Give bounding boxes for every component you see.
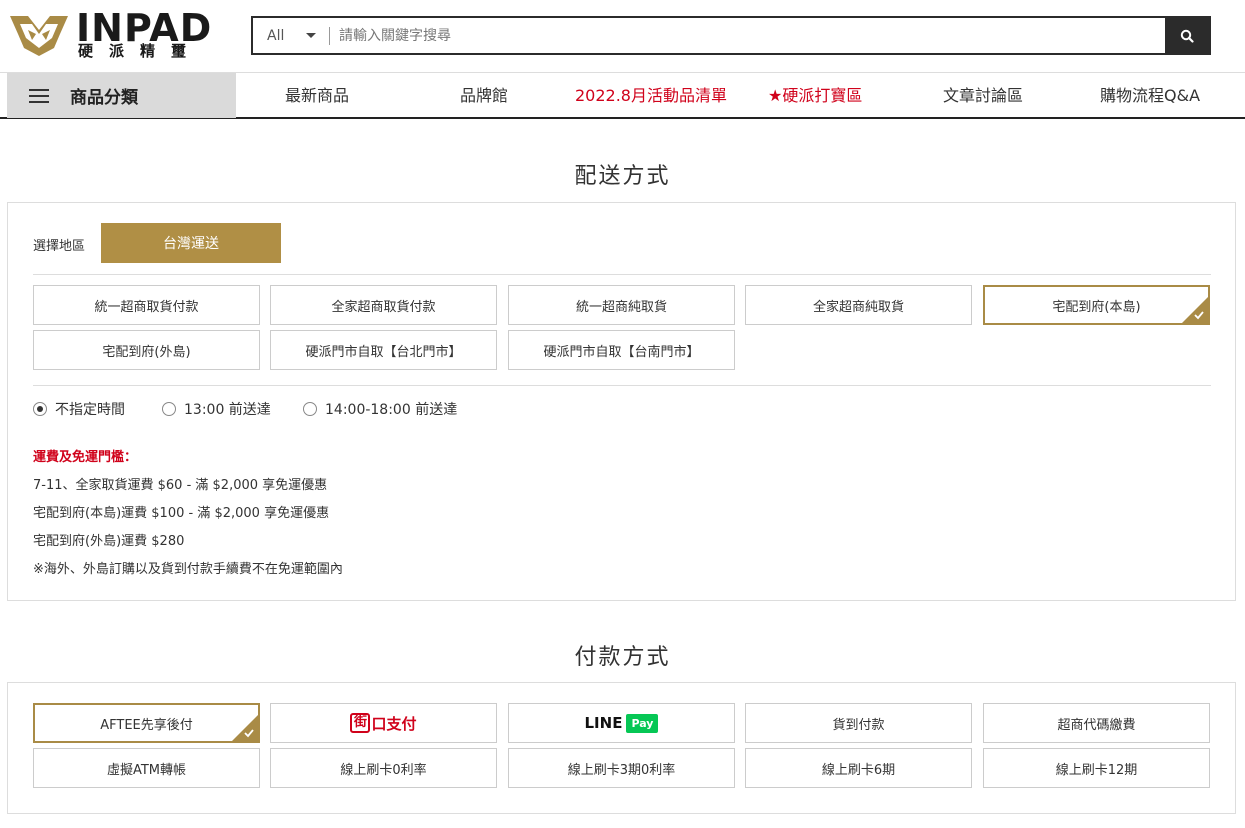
delivery-option-store-tainan[interactable]: 硬派門市自取【台南門市】 [508,330,735,370]
payment-option-card-6[interactable]: 線上刷卡6期 [745,748,972,788]
category-menu-button[interactable]: 商品分類 [7,73,236,118]
nav-item-deals[interactable]: ★硬派打寶區 [768,73,862,118]
inpad-logo[interactable]: INPAD 硬派精璽 [8,6,228,60]
search-button[interactable] [1165,18,1209,53]
delivery-option-711-cod[interactable]: 統一超商取貨付款 [33,285,260,325]
payment-panel: AFTEE先享後付 街 口支付 LINE Pay 貨到付款 超商代碼繳費 虛擬A… [7,682,1236,814]
nav-item-brands[interactable]: 品牌館 [460,73,508,118]
check-icon [244,729,254,738]
shipping-fee-line: 宅配到府(外島)運費 $280 [33,534,185,549]
search-scope-value: All [267,27,285,44]
nav-item-event-list[interactable]: 2022.8月活動品清單 [575,73,727,118]
brand-name: INPAD [76,6,213,50]
payment-option-atm[interactable]: 虛擬ATM轉帳 [33,748,260,788]
chevron-down-icon [306,33,316,38]
linepay-logo: LINE Pay [584,713,659,733]
search-icon [1180,29,1194,43]
payment-section-title: 付款方式 [574,645,671,670]
delivery-option-home-island[interactable]: 宅配到府(外島) [33,330,260,370]
linepay-badge: Pay [626,713,659,733]
radio-icon [303,402,317,416]
radio-icon [162,402,176,416]
payment-option-store-code[interactable]: 超商代碼繳費 [983,703,1210,743]
category-menu-label: 商品分類 [70,88,138,108]
delivery-option-711-pickup[interactable]: 統一超商純取貨 [508,285,735,325]
jkopay-logo: 街 口支付 [350,713,417,734]
payment-option-aftee[interactable]: AFTEE先享後付 [33,703,260,743]
payment-option-card-0[interactable]: 線上刷卡0利率 [270,748,497,788]
hamburger-icon [29,88,49,103]
time-option-before-13[interactable]: 13:00 前送達 [162,399,271,419]
owl-logo-icon [10,16,68,56]
site-header: INPAD 硬派精璽 All [0,0,1245,72]
search-bar: All [251,16,1211,55]
time-option-label: 不指定時間 [55,402,125,418]
divider [33,385,1211,386]
delivery-option-label: 宅配到府(本島) [1052,299,1141,315]
payment-option-linepay[interactable]: LINE Pay [508,703,735,743]
time-option-14-18[interactable]: 14:00-18:00 前送達 [303,399,457,419]
payment-option-card-12[interactable]: 線上刷卡12期 [983,748,1210,788]
shipping-fee-line: ※海外、外島訂購以及貨到付款手續費不在免運範圍內 [33,562,343,577]
time-option-label: 13:00 前送達 [184,402,271,418]
divider [33,274,1211,275]
shipping-fee-title: 運費及免運門檻： [33,450,138,465]
nav-item-new-products[interactable]: 最新商品 [285,73,349,118]
time-option-label: 14:00-18:00 前送達 [325,402,458,418]
shipping-fee-line: 宅配到府(本島)運費 $100 - 滿 $2,000 享免運優惠 [33,506,330,521]
nav-item-articles[interactable]: 文章討論區 [943,73,1023,118]
search-divider [329,27,330,45]
delivery-option-store-taipei[interactable]: 硬派門市自取【台北門市】 [270,330,497,370]
jkopay-label: 口支付 [371,714,417,733]
delivery-option-family-cod[interactable]: 全家超商取貨付款 [270,285,497,325]
delivery-option-home-main[interactable]: 宅配到府(本島) [983,285,1210,325]
check-icon [1194,311,1204,320]
search-input[interactable] [339,18,1159,53]
payment-option-jkopay[interactable]: 街 口支付 [270,703,497,743]
linepay-label: LINE [584,714,623,732]
time-option-any[interactable]: 不指定時間 [33,399,125,419]
jkopay-logo-icon: 街 [350,713,371,733]
main-nav: 商品分類 最新商品 品牌館 2022.8月活動品清單 ★硬派打寶區 文章討論區 … [0,72,1245,119]
delivery-section-title: 配送方式 [574,164,671,189]
brand-subtitle: 硬派精璽 [78,42,203,60]
delivery-panel: 選擇地區 台灣運送 統一超商取貨付款 全家超商取貨付款 統一超商純取貨 全家超商… [7,202,1236,601]
payment-option-label: AFTEE先享後付 [100,717,193,733]
delivery-option-family-pickup[interactable]: 全家超商純取貨 [745,285,972,325]
region-taiwan-button[interactable]: 台灣運送 [101,223,281,263]
region-label: 選擇地區 [33,239,86,254]
radio-checked-icon [33,402,47,416]
payment-option-cod[interactable]: 貨到付款 [745,703,972,743]
nav-item-faq[interactable]: 購物流程Q&A [1100,73,1200,118]
shipping-fee-line: 7-11、全家取貨運費 $60 - 滿 $2,000 享免運優惠 [33,478,328,493]
payment-option-card-3[interactable]: 線上刷卡3期0利率 [508,748,735,788]
search-scope-select[interactable]: All [253,18,329,53]
